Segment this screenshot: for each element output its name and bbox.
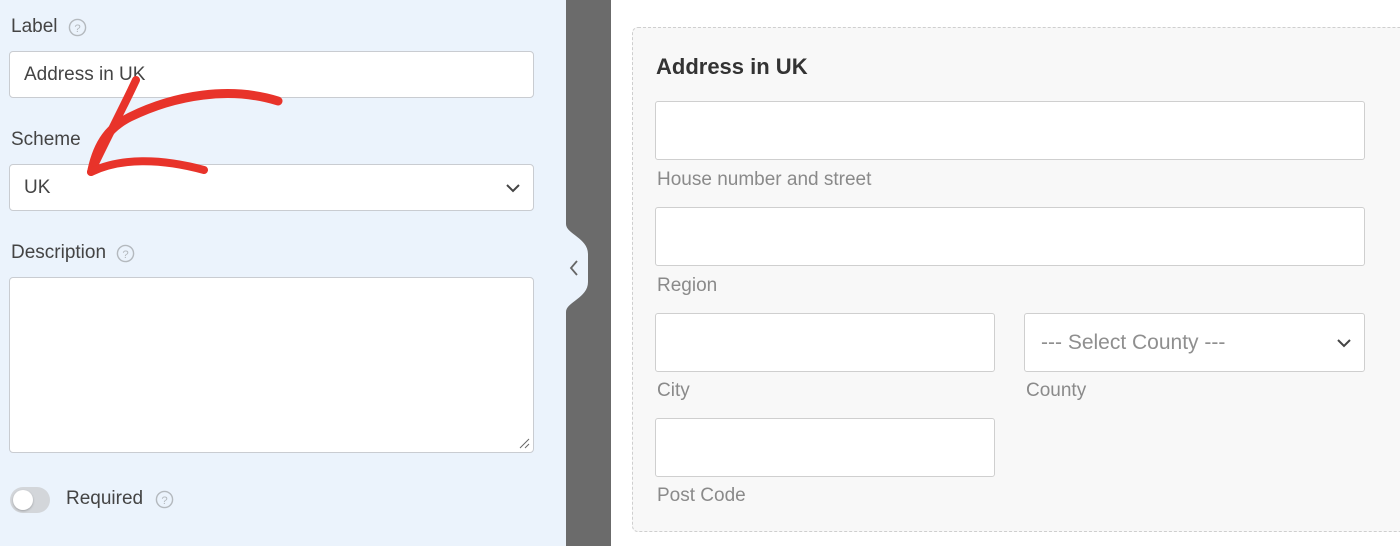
description-field-title: Description ? <box>11 242 135 264</box>
description-title-text: Description <box>11 242 107 263</box>
county-select[interactable]: --- Select County --- <box>1024 313 1365 372</box>
resize-handle-icon[interactable] <box>518 437 530 449</box>
help-icon[interactable]: ? <box>155 490 174 509</box>
toggle-knob <box>13 490 33 510</box>
label-input[interactable]: Address in UK <box>9 51 534 98</box>
required-field-title: Required ? <box>66 488 174 510</box>
svg-text:?: ? <box>161 494 167 506</box>
scheme-field-title: Scheme <box>11 129 81 151</box>
required-label-text: Required <box>66 488 144 509</box>
region-input[interactable] <box>655 207 1365 266</box>
street-sublabel: House number and street <box>657 169 872 190</box>
description-textarea[interactable] <box>9 277 534 453</box>
chevron-down-icon <box>1337 338 1351 347</box>
label-title-text: Label <box>11 16 58 37</box>
preview-field-title: Address in UK <box>656 54 808 79</box>
scheme-title-text: Scheme <box>11 129 81 150</box>
city-sublabel: City <box>657 380 690 401</box>
field-options-panel: Label ? Address in UK Scheme UK Descript… <box>0 0 566 546</box>
help-icon[interactable]: ? <box>116 244 135 263</box>
collapse-panel-button[interactable] <box>566 224 590 312</box>
scheme-select[interactable]: UK <box>9 164 534 211</box>
scheme-select-value: UK <box>24 176 51 198</box>
postcode-sublabel: Post Code <box>657 485 746 506</box>
postcode-input[interactable] <box>655 418 995 477</box>
city-input[interactable] <box>655 313 995 372</box>
county-select-placeholder: --- Select County --- <box>1041 330 1226 354</box>
chevron-down-icon <box>506 183 520 192</box>
svg-text:?: ? <box>74 22 80 34</box>
label-field-title: Label ? <box>11 16 87 38</box>
label-input-value: Address in UK <box>24 63 146 85</box>
required-toggle[interactable] <box>10 487 50 513</box>
svg-text:?: ? <box>122 248 128 260</box>
county-sublabel: County <box>1026 380 1087 401</box>
region-sublabel: Region <box>657 275 718 296</box>
street-input[interactable] <box>655 101 1365 160</box>
help-icon[interactable]: ? <box>68 18 87 37</box>
